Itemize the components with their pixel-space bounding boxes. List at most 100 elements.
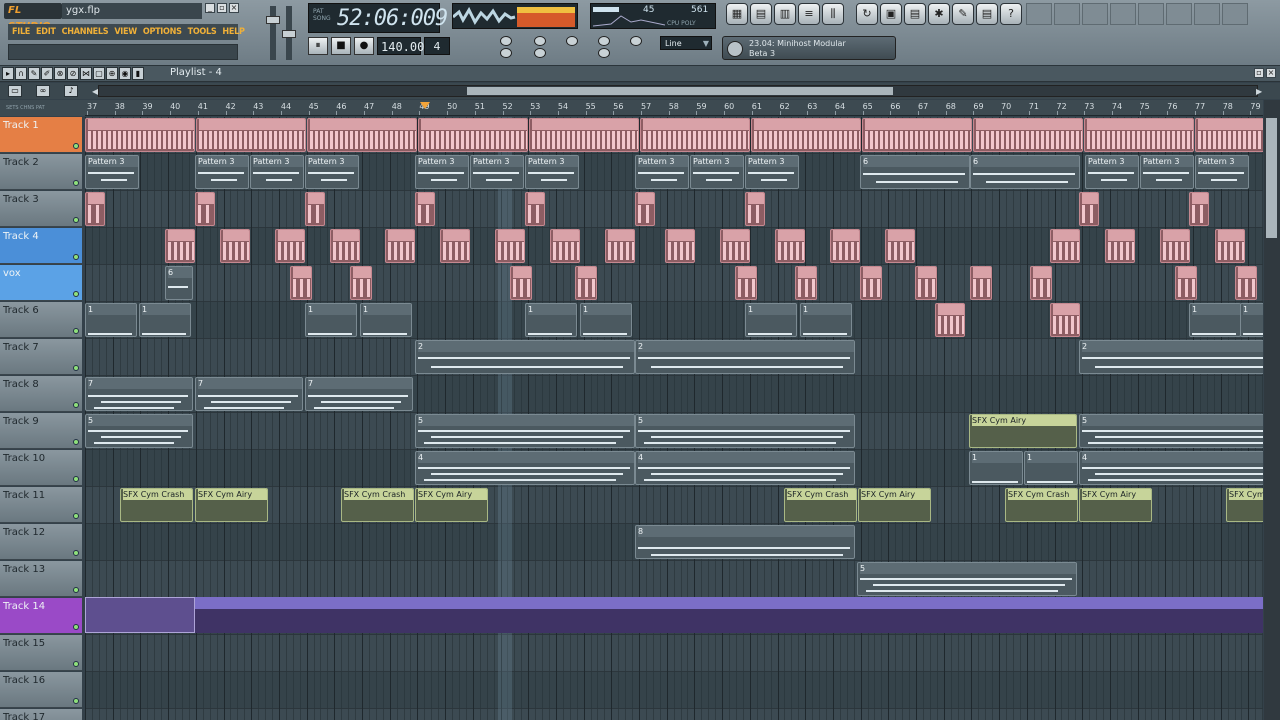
menu-edit[interactable]: EDIT: [36, 27, 56, 37]
slider-knob[interactable]: [266, 16, 280, 24]
audio-clip[interactable]: [510, 266, 532, 300]
audio-clip[interactable]: [330, 229, 360, 263]
playlist-grid[interactable]: Pattern 3 Pattern 3 Pattern 3 Pattern 3 Patt…: [85, 117, 1263, 720]
track-mute-led[interactable]: [73, 476, 79, 482]
pattern-clip[interactable]: 4: [635, 451, 855, 485]
audio-clip[interactable]: [973, 118, 1083, 152]
track-mute-led[interactable]: [73, 624, 79, 630]
audio-clip[interactable]: [862, 118, 972, 152]
track-header[interactable]: Track 13: [0, 561, 82, 597]
snap-select[interactable]: Line ▼: [660, 36, 712, 50]
pattern-clip[interactable]: 1: [745, 303, 797, 337]
audio-clip[interactable]: [665, 229, 695, 263]
option-toggle[interactable]: [534, 36, 546, 46]
track-header[interactable]: Track 12: [0, 524, 82, 560]
audio-clip[interactable]: [575, 266, 597, 300]
restore-icon[interactable]: ▫: [217, 3, 227, 13]
mute-icon[interactable]: ⊘: [67, 67, 79, 80]
plugin-hint-panel[interactable]: 23.04: Minihost Modular Beta 3: [722, 36, 896, 60]
pattern-clip[interactable]: 7: [195, 377, 303, 411]
horizontal-scrollbar[interactable]: [98, 85, 1258, 97]
audio-clip[interactable]: [635, 192, 655, 226]
close-icon[interactable]: ×: [229, 3, 239, 13]
menu-file[interactable]: FILE: [12, 27, 30, 37]
audio-clip[interactable]: [915, 266, 937, 300]
track-mute-led[interactable]: [73, 513, 79, 519]
pattern-clip[interactable]: 1: [1240, 303, 1263, 337]
pattern-clip[interactable]: 1: [1024, 451, 1078, 485]
vertical-scroll-thumb[interactable]: [1266, 118, 1277, 238]
save-icon[interactable]: ▣: [880, 3, 902, 25]
pencil-icon[interactable]: ✎: [28, 67, 40, 80]
step-sequencer-icon[interactable]: ▤: [750, 3, 772, 25]
pattern-clip[interactable]: 1: [360, 303, 412, 337]
audio-clip[interactable]: [529, 118, 639, 152]
audio-clip[interactable]: [195, 192, 215, 226]
track-header[interactable]: Track 7: [0, 339, 82, 375]
audio-clip[interactable]: [775, 229, 805, 263]
pattern-clip[interactable]: Pattern 3: [85, 155, 139, 189]
audio-clip[interactable]: [415, 192, 435, 226]
pattern-clip[interactable]: 1: [800, 303, 852, 337]
audio-clip[interactable]: [860, 266, 882, 300]
audio-clip[interactable]: SFX Cym Crash: [341, 488, 414, 522]
playlist-icon[interactable]: ▦: [726, 3, 748, 25]
track-header[interactable]: Track 17: [0, 709, 82, 720]
menu-tools[interactable]: TOOLS: [188, 27, 217, 37]
track-mute-led[interactable]: [73, 661, 79, 667]
audio-clip[interactable]: [830, 229, 860, 263]
track-header[interactable]: Track 14: [0, 598, 82, 634]
playback-icon[interactable]: ◉: [119, 67, 131, 80]
playlist-title[interactable]: Playlist - 4: [170, 67, 222, 78]
pattern-clip[interactable]: 1: [969, 451, 1023, 485]
playhead-marker[interactable]: [420, 102, 430, 109]
master-volume-slider[interactable]: [266, 6, 280, 60]
menu-options[interactable]: OPTIONS: [143, 27, 182, 37]
tempo-tap-icon[interactable]: ✱: [928, 3, 950, 25]
pattern-clip[interactable]: 6: [165, 266, 193, 300]
audio-clip[interactable]: [196, 118, 306, 152]
audio-clip[interactable]: SFX Cym Airy: [858, 488, 931, 522]
audio-clip[interactable]: [751, 118, 861, 152]
menu-icon[interactable]: ▸: [2, 67, 14, 80]
audio-clip[interactable]: [350, 266, 372, 300]
audio-clip[interactable]: [735, 266, 757, 300]
pattern-clip[interactable]: 7: [85, 377, 193, 411]
audio-clip[interactable]: [1050, 303, 1080, 337]
audio-clip[interactable]: SFX Cym Crash: [784, 488, 857, 522]
pattern-clip[interactable]: Pattern 3: [195, 155, 249, 189]
audio-clip[interactable]: [1215, 229, 1245, 263]
audio-clip[interactable]: [165, 229, 195, 263]
pattern-clip[interactable]: Pattern 3: [1085, 155, 1139, 189]
song-time-display[interactable]: PAT SONG 52:06:009: [308, 3, 448, 33]
link-icon[interactable]: ∞: [36, 85, 50, 97]
track-header[interactable]: vox: [0, 265, 82, 301]
paint-icon[interactable]: ✐: [41, 67, 53, 80]
minimize-icon[interactable]: _: [205, 3, 215, 13]
scroll-right-icon[interactable]: ▶: [1256, 87, 1262, 96]
track14-selection[interactable]: [85, 597, 195, 633]
pattern-clip[interactable]: 5: [635, 414, 855, 448]
track-mute-led[interactable]: [73, 439, 79, 445]
option-toggle[interactable]: [566, 36, 578, 46]
pattern-clip[interactable]: 2: [1079, 340, 1263, 374]
audio-clip[interactable]: [935, 303, 965, 337]
pattern-clip[interactable]: 6: [970, 155, 1080, 189]
audio-clip[interactable]: [1050, 229, 1080, 263]
track-mute-led[interactable]: [73, 698, 79, 704]
track-header[interactable]: Track 4: [0, 228, 82, 264]
track-header[interactable]: Track 15: [0, 635, 82, 671]
pattern-clip[interactable]: 7: [305, 377, 413, 411]
pattern-clip[interactable]: Pattern 3: [1195, 155, 1249, 189]
audio-clip[interactable]: [1079, 192, 1099, 226]
audio-clip[interactable]: [440, 229, 470, 263]
audio-clip[interactable]: [720, 229, 750, 263]
pattern-selector[interactable]: 4: [424, 37, 450, 55]
track-header[interactable]: Track 11: [0, 487, 82, 523]
pattern-clip[interactable]: Pattern 3: [745, 155, 799, 189]
pattern-clip[interactable]: 1: [139, 303, 191, 337]
track-header[interactable]: Track 16: [0, 672, 82, 708]
option-toggle[interactable]: [598, 48, 610, 58]
pattern-clip[interactable]: Pattern 3: [250, 155, 304, 189]
pattern-clip[interactable]: 1: [305, 303, 357, 337]
